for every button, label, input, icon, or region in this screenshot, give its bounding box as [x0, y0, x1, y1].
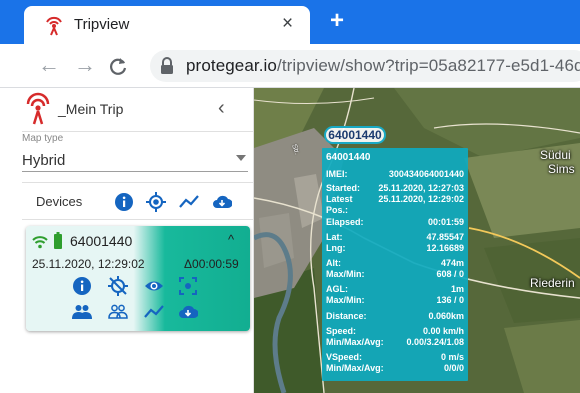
devices-toolbar: Devices — [22, 182, 254, 220]
popup-row-label: VSpeed: — [326, 352, 363, 362]
popup-row-label: Lng: — [326, 243, 346, 253]
browser-toolbar: ← → protegear.io/tripview/show?trip=05a8… — [0, 44, 580, 88]
device-name: 64001440 — [70, 233, 133, 249]
popup-row-value: 1m — [450, 284, 464, 294]
popup-row-value: 0.00 km/h — [422, 326, 464, 336]
popup-row-label: Pos.: — [326, 205, 349, 215]
device-info-popup: 64001440 IMEI: 300434064001440 Started: 25.… — [322, 148, 468, 381]
map-label-sudui: Südui — [540, 148, 571, 162]
cloud-download-icon[interactable] — [212, 192, 232, 212]
group-icon[interactable] — [72, 302, 92, 322]
tab-close-icon[interactable]: × — [282, 12, 293, 36]
map-label-riederin: Riederin — [530, 276, 575, 290]
popup-header: 64001440 — [326, 152, 371, 163]
popup-row-label: Lat: — [326, 232, 343, 242]
group-outline-icon[interactable] — [108, 302, 128, 322]
popup-row-label: Alt: — [326, 258, 341, 268]
popup-row-label: Max/Min: — [326, 269, 365, 279]
popup-row-label: IMEI: — [326, 169, 348, 179]
locate-icon[interactable] — [146, 192, 166, 212]
antenna-logo-icon — [26, 92, 50, 125]
devices-label: Devices — [36, 194, 83, 209]
sidebar-header: _Mein Trip ‹ — [22, 88, 254, 132]
sidebar: _Mein Trip ‹ Map type Hybrid Devices 640… — [22, 88, 254, 393]
forward-icon[interactable]: → — [74, 52, 96, 78]
browser-tab[interactable]: Tripview × — [24, 6, 310, 44]
popup-row-label: Latest — [326, 194, 353, 204]
wifi-signal-icon — [32, 236, 48, 249]
device-time-delta: Δ00:00:59 — [184, 257, 239, 271]
trip-title: _Mein Trip — [58, 101, 124, 117]
cloud-download-icon[interactable] — [178, 302, 198, 322]
locate-off-icon[interactable] — [108, 276, 128, 296]
popup-row-label: Min/Max/Avg: — [326, 363, 384, 373]
popup-row-label: Started: — [326, 183, 361, 193]
new-tab-button[interactable]: + — [324, 9, 350, 35]
url-host: protegear.io — [186, 56, 277, 75]
map-type-label: Map type — [22, 133, 64, 144]
chart-line-icon[interactable] — [179, 192, 199, 212]
reload-icon[interactable] — [108, 52, 128, 83]
map-type-value: Hybrid — [22, 152, 66, 169]
popup-row-value: 00:01:59 — [427, 217, 464, 227]
popup-row-value: 608 / 0 — [436, 269, 464, 279]
popup-row-value: 0.00/3.24/1.08 — [406, 337, 464, 347]
reload-glyph — [110, 58, 127, 75]
eye-icon[interactable] — [144, 276, 164, 296]
map-label-sims: Sims — [548, 162, 575, 176]
info-icon[interactable] — [72, 276, 92, 296]
popup-row-value: 47.85547 — [426, 232, 464, 242]
dropdown-arrow-icon — [236, 155, 246, 161]
popup-row-value: 0.060km — [428, 311, 464, 321]
popup-row-value: 136 / 0 — [436, 295, 464, 305]
popup-row-label: Speed: — [326, 326, 357, 336]
url-text: protegear.io/tripview/show?trip=05a82177… — [186, 56, 580, 76]
map-view[interactable]: Str. Südui Sims Riederin 64001440 640014… — [254, 88, 580, 393]
chart-line-icon[interactable] — [144, 302, 164, 322]
popup-row-label: Elapsed: — [326, 217, 364, 227]
popup-row-value: 0 m/s — [440, 352, 464, 362]
back-icon[interactable]: ← — [38, 52, 60, 78]
popup-row-value: 25.11.2020, 12:27:03 — [378, 183, 464, 193]
device-collapse-icon[interactable]: ^ — [228, 232, 234, 247]
device-card[interactable]: 64001440 ^ 25.11.2020, 12:29:02 Δ00:00:5… — [26, 226, 250, 331]
popup-row-value: 0/0/0 — [443, 363, 464, 373]
lock-icon — [161, 57, 173, 74]
popup-row-label: Min/Max/Avg: — [326, 337, 384, 347]
center-focus-icon[interactable] — [178, 276, 198, 296]
battery-icon — [54, 232, 62, 249]
url-path: /tripview/show?trip=05a82177-e5d1-46d1 — [277, 56, 580, 75]
browser-chrome: Tripview × + ← → protegear.io/tripview/s… — [0, 0, 580, 88]
popup-row-label: AGL: — [326, 284, 348, 294]
info-icon[interactable] — [114, 192, 134, 212]
tab-strip: Tripview × + — [0, 0, 580, 44]
antenna-logo-icon — [46, 16, 62, 36]
map-type-select[interactable]: Hybrid — [22, 148, 248, 172]
popup-row-value: 25.11.2020, 12:29:02 — [378, 194, 464, 204]
tab-title: Tripview — [74, 16, 130, 33]
address-bar[interactable]: protegear.io/tripview/show?trip=05a82177… — [150, 50, 580, 82]
popup-row-value: 474m — [440, 258, 464, 268]
device-marker-label[interactable]: 64001440 — [324, 126, 386, 144]
popup-row-label: Distance: — [326, 311, 367, 321]
popup-row-label: Max/Min: — [326, 295, 365, 305]
popup-row-value: 12.16689 — [426, 243, 464, 253]
popup-row-value: 300434064001440 — [388, 169, 464, 179]
device-last-update: 25.11.2020, 12:29:02 — [32, 257, 145, 271]
sidebar-collapse-button[interactable]: ‹ — [218, 96, 225, 120]
